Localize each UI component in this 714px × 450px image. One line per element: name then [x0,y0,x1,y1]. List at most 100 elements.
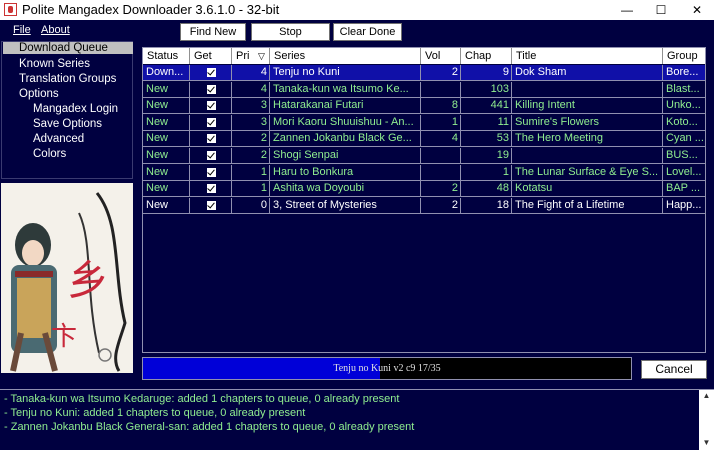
get-checkbox-cell[interactable] [190,98,232,114]
cell-series: Mori Kaoru Shuuishuu - An... [270,114,421,130]
table-row[interactable]: New 4 Tanaka-kun wa Itsumo Ke... 103 Blast..… [143,81,705,98]
table-row[interactable]: New 0 3, Street of Mysteries 2 18 The Fight o… [143,197,705,214]
nav-download-queue[interactable]: Download Queue [3,42,133,54]
cell-series: Tenju no Kuni [270,65,421,80]
cell-title: Sumire's Flowers [512,114,663,130]
find-new-button[interactable]: Find New [180,23,246,41]
menu-file[interactable]: File [13,24,31,36]
log-scrollbar[interactable]: ▲ ▼ [699,390,714,450]
get-checkbox[interactable] [207,117,216,127]
cell-group: Unko... [663,98,705,113]
cell-vol [421,164,461,180]
table-row[interactable]: New 1 Haru to Bonkura 1 The Lunar Surface & … [143,164,705,181]
cell-chap: 53 [461,131,512,147]
nav-save-options[interactable]: Save Options [33,118,102,130]
get-checkbox[interactable] [207,151,216,160]
close-button[interactable]: ✕ [680,0,714,20]
cell-pri: 4 [232,81,270,97]
get-checkbox-cell[interactable] [190,131,232,147]
header-pri[interactable]: Pri ▽ [232,48,270,64]
log-line: - Tanaka-kun wa Itsumo Kedaruge: added 1… [4,393,400,405]
scroll-up-icon[interactable]: ▲ [699,390,714,402]
cell-title [512,148,663,163]
cell-pri: 1 [232,164,270,180]
nav-options[interactable]: Options [19,88,59,100]
cell-pri: 1 [232,181,270,197]
get-checkbox-cell[interactable] [190,81,232,97]
get-checkbox[interactable] [207,200,216,210]
download-progress-bar: Tenju no Kuni v2 c9 17/35 [142,357,632,380]
cell-group: BAP ... [663,181,705,196]
cell-vol: 8 [421,98,461,114]
cell-status: New [143,164,190,180]
get-checkbox-cell[interactable] [190,164,232,180]
cancel-button[interactable]: Cancel [641,360,707,379]
header-status[interactable]: Status [143,48,190,64]
header-group[interactable]: Group [663,48,705,64]
menu-about-label: About [41,24,70,36]
cell-status: New [143,81,190,97]
header-title[interactable]: Title [512,48,663,64]
cell-vol: 2 [421,197,461,213]
cell-chap: 1 [461,164,512,180]
table-row[interactable]: Down... 4 Tenju no Kuni 2 9 Dok Sham Bore... [143,65,705,81]
table-row[interactable]: New 3 Hatarakanai Futari 8 441 Killing Intent… [143,98,705,115]
get-checkbox[interactable] [207,84,216,94]
nav-advanced[interactable]: Advanced [33,133,84,145]
get-checkbox-cell[interactable] [190,114,232,130]
log-panel[interactable]: - Tanaka-kun wa Itsumo Kedaruge: added 1… [0,389,714,450]
header-get[interactable]: Get [190,48,232,64]
cell-vol [421,148,461,163]
cell-group: Blast... [663,82,705,97]
cell-series: Hatarakanai Futari [270,98,421,114]
nav-known-series[interactable]: Known Series [19,58,90,70]
sort-descending-icon: ▽ [258,51,265,61]
download-queue-table[interactable]: Status Get Pri ▽ Series Vol Chap Title G… [142,47,706,353]
cell-group: Cyan ... [663,131,705,146]
get-checkbox[interactable] [207,101,216,111]
nav-mangadex-login[interactable]: Mangadex Login [33,103,118,115]
cell-title: The Hero Meeting [512,131,663,147]
cell-pri: 4 [232,65,270,80]
header-chap[interactable]: Chap [461,48,512,64]
cell-title [512,81,663,97]
cell-status: New [143,148,190,163]
cell-series: Tanaka-kun wa Itsumo Ke... [270,81,421,97]
get-checkbox-cell[interactable] [190,181,232,197]
cell-chap: 19 [461,148,512,163]
cell-chap: 48 [461,181,512,197]
cell-group: Happ... [663,198,705,213]
nav-colors[interactable]: Colors [33,148,66,160]
stop-button[interactable]: Stop [251,23,330,41]
cell-vol: 4 [421,131,461,147]
get-checkbox-cell[interactable] [190,65,232,80]
cell-vol: 2 [421,181,461,197]
get-checkbox[interactable] [207,68,216,77]
get-checkbox-cell[interactable] [190,148,232,163]
scroll-down-icon[interactable]: ▼ [699,437,714,449]
clear-done-button[interactable]: Clear Done [333,23,402,41]
get-checkbox-cell[interactable] [190,197,232,213]
menu-about[interactable]: About [41,24,70,36]
header-series[interactable]: Series [270,48,421,64]
cell-pri: 2 [232,131,270,147]
cell-chap: 9 [461,65,512,80]
cell-series: Zannen Jokanbu Black Ge... [270,131,421,147]
get-checkbox[interactable] [207,167,216,177]
table-row[interactable]: New 2 Zannen Jokanbu Black Ge... 4 53 The Her… [143,131,705,148]
header-vol[interactable]: Vol [421,48,461,64]
table-row[interactable]: New 1 Ashita wa Doyoubi 2 48 Kotatsu BAP ... [143,181,705,198]
cell-status: Down... [143,65,190,80]
get-checkbox[interactable] [207,184,216,194]
cell-pri: 3 [232,98,270,114]
nav-translation-groups[interactable]: Translation Groups [19,73,116,85]
cell-series: Ashita wa Doyoubi [270,181,421,197]
maximize-button[interactable]: ☐ [644,0,678,20]
table-row[interactable]: New 2 Shogi Senpai 19 BUS... [143,148,705,164]
minimize-button[interactable]: — [610,0,644,20]
cell-vol: 1 [421,114,461,130]
get-checkbox[interactable] [207,134,216,144]
table-row[interactable]: New 3 Mori Kaoru Shuuishuu - An... 1 11 Sumir… [143,114,705,131]
cell-status: New [143,131,190,147]
app-icon [4,3,17,16]
